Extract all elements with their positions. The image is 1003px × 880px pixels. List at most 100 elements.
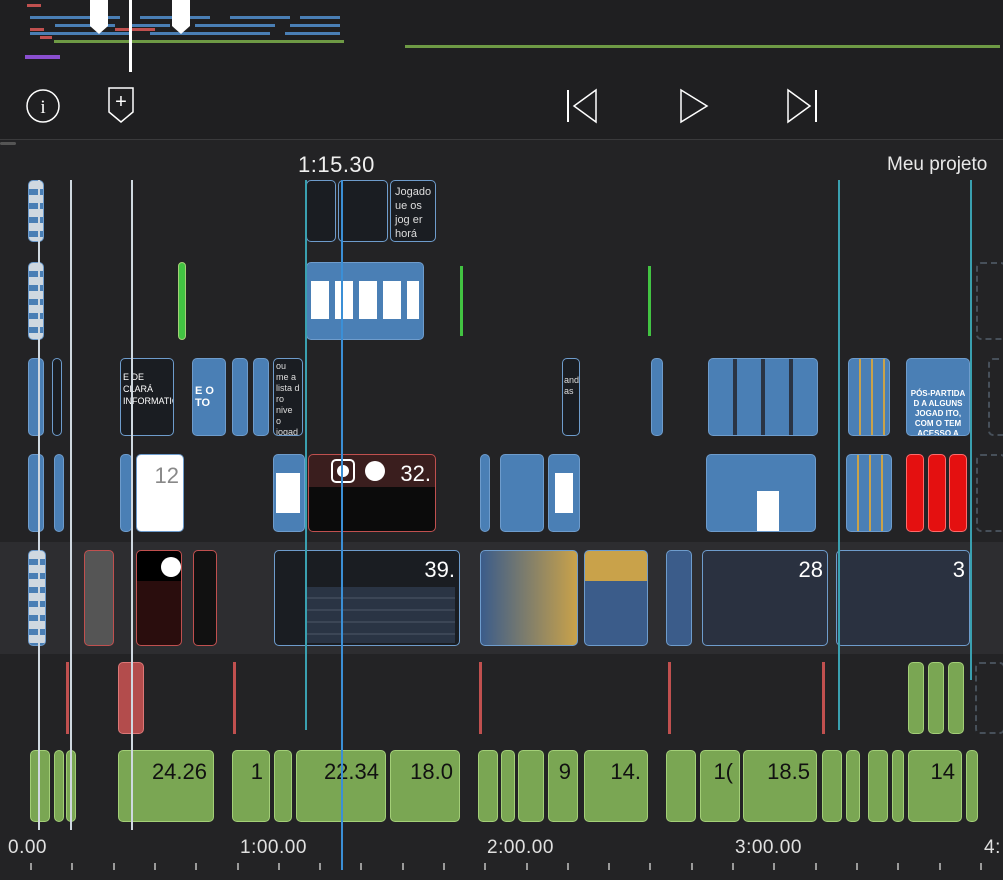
video-clip[interactable] xyxy=(28,262,44,340)
text-clip[interactable]: Jogado ue os jog er horá mações ê relev xyxy=(390,180,436,242)
ruler-label: 1:00.00 xyxy=(240,837,307,858)
green-marker-clip[interactable] xyxy=(178,262,186,340)
main-clip[interactable] xyxy=(84,550,114,646)
audio-clip[interactable] xyxy=(54,750,64,822)
ruler-label: 4: xyxy=(984,837,1001,858)
clip-duration: 28 xyxy=(798,557,823,582)
audio-clip[interactable]: 9 xyxy=(548,750,578,822)
video-clip[interactable] xyxy=(846,454,892,532)
audio-clip[interactable]: 14. xyxy=(584,750,648,822)
skip-to-start-button[interactable] xyxy=(564,87,600,127)
audio-clip[interactable]: 1 xyxy=(232,750,270,822)
video-clip-a[interactable]: 32. xyxy=(308,454,436,532)
text-clip[interactable]: E DE CLARÁ INFORMATION xyxy=(120,358,174,436)
video-clip[interactable] xyxy=(500,454,544,532)
audio-clip[interactable] xyxy=(666,750,696,822)
video-clip[interactable] xyxy=(548,454,580,532)
cut-line xyxy=(305,180,307,730)
ruler-tick xyxy=(71,863,73,870)
ruler-label: 0.00 xyxy=(8,837,47,858)
time-ruler[interactable]: 0.00 1:00.00 2:00.00 3:00.00 4: xyxy=(0,830,1003,880)
audio-clip[interactable] xyxy=(868,750,888,822)
ruler-tick xyxy=(567,863,569,870)
project-name[interactable]: Meu projeto xyxy=(887,154,987,176)
red-clip[interactable] xyxy=(928,454,946,532)
clip-thumbnail xyxy=(276,473,300,513)
audio-clip[interactable] xyxy=(846,750,860,822)
audio-clip[interactable] xyxy=(518,750,544,822)
video-clip[interactable] xyxy=(52,358,62,436)
main-clip-a[interactable]: 39. xyxy=(274,550,460,646)
info-button[interactable]: i xyxy=(24,87,62,125)
audio-clip[interactable] xyxy=(908,662,924,734)
main-clip[interactable] xyxy=(193,550,217,646)
video-clip[interactable] xyxy=(28,358,44,436)
video-clip[interactable] xyxy=(706,454,816,532)
text-clip[interactable]: E O TO xyxy=(192,358,226,436)
audio-clip[interactable] xyxy=(30,750,50,822)
clip-thumbnail xyxy=(757,491,779,531)
ruler-tick xyxy=(649,863,651,870)
cut-line xyxy=(970,180,972,680)
red-clip[interactable] xyxy=(949,454,967,532)
sfx-marker xyxy=(822,662,825,734)
add-marker-button[interactable]: + xyxy=(105,85,137,125)
video-clip[interactable] xyxy=(232,358,248,436)
video-clip[interactable] xyxy=(480,454,490,532)
ruler-tick xyxy=(195,863,197,870)
main-clip[interactable] xyxy=(584,550,648,646)
audio-clip[interactable]: 18.0 xyxy=(390,750,460,822)
clip-text: ando as xyxy=(564,375,580,396)
audio-clip[interactable]: 18.5 xyxy=(743,750,817,822)
red-clip[interactable] xyxy=(906,454,924,532)
text-clip[interactable]: ou me a lista d ro nive o jogad a 60 dia… xyxy=(273,358,303,436)
text-clip[interactable]: PÓS-PARTIDA D A ALGUNS JOGAD ITO, COM O … xyxy=(906,358,970,436)
video-clip[interactable] xyxy=(651,358,663,436)
video-clip[interactable] xyxy=(708,358,818,436)
video-clip[interactable] xyxy=(306,180,336,242)
ruler-label: 2:00.00 xyxy=(487,837,554,858)
text-clip[interactable]: ando as xyxy=(562,358,580,436)
main-clip[interactable] xyxy=(480,550,578,646)
main-clip[interactable] xyxy=(666,550,692,646)
playhead[interactable] xyxy=(341,180,343,870)
ruler-tick xyxy=(815,863,817,870)
audio-clip[interactable] xyxy=(478,750,498,822)
video-clip[interactable] xyxy=(848,358,890,436)
video-clip-b[interactable]: 12 xyxy=(136,454,184,532)
audio-clip[interactable] xyxy=(501,750,515,822)
video-clip[interactable] xyxy=(273,454,305,532)
placeholder-clip[interactable] xyxy=(976,454,1003,532)
ruler-tick xyxy=(939,863,941,870)
audio-clip[interactable] xyxy=(892,750,904,822)
video-clip[interactable] xyxy=(28,180,44,242)
audio-clip[interactable] xyxy=(822,750,842,822)
info-icon: i xyxy=(26,89,60,123)
skip-to-end-button[interactable] xyxy=(784,87,820,127)
main-clip[interactable] xyxy=(28,550,46,646)
video-clip[interactable] xyxy=(253,358,269,436)
audio-clip[interactable] xyxy=(928,662,944,734)
toolbar: i + xyxy=(0,75,1003,140)
audio-clip[interactable] xyxy=(948,662,964,734)
placeholder-clip[interactable] xyxy=(988,358,1003,436)
main-clip-b[interactable]: 28 xyxy=(702,550,828,646)
video-clip[interactable] xyxy=(306,262,424,340)
audio-clip[interactable] xyxy=(966,750,978,822)
video-clip[interactable] xyxy=(28,454,44,532)
main-clip[interactable] xyxy=(136,550,182,646)
play-button[interactable] xyxy=(677,87,713,127)
timeline-area[interactable]: 1:15.30 Meu projeto Jogado ue os jog er … xyxy=(0,140,1003,880)
audio-clip[interactable] xyxy=(274,750,292,822)
video-clip[interactable] xyxy=(54,454,64,532)
placeholder-clip[interactable] xyxy=(975,662,1003,734)
video-clip[interactable] xyxy=(338,180,388,242)
timeline-overview[interactable] xyxy=(0,0,1003,75)
ruler-tick xyxy=(526,863,528,870)
audio-clip[interactable]: 1( xyxy=(700,750,740,822)
audio-clip[interactable]: 14 xyxy=(908,750,962,822)
main-clip-c[interactable]: 3 xyxy=(836,550,970,646)
ruler-tick xyxy=(278,863,280,870)
clip-thumbnail xyxy=(305,587,455,643)
placeholder-clip[interactable] xyxy=(976,262,1003,340)
